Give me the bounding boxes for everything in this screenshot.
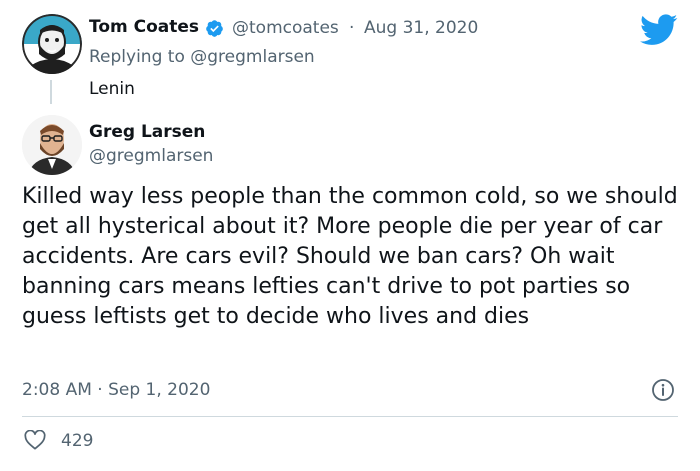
photo-avatar-icon xyxy=(22,115,82,175)
parent-date[interactable]: Aug 31, 2020 xyxy=(364,18,478,38)
verified-badge-icon xyxy=(206,20,223,37)
main-avatar[interactable] xyxy=(22,115,82,175)
parent-tweet-text: Lenin xyxy=(89,79,135,99)
info-icon[interactable] xyxy=(651,378,675,402)
heart-outline-icon[interactable] xyxy=(24,430,46,450)
replying-to-mention[interactable]: @gregmlarsen xyxy=(190,47,314,67)
replying-to-line: Replying to @gregmlarsen xyxy=(89,47,315,67)
main-handle[interactable]: @gregmlarsen xyxy=(89,146,213,166)
parent-author-name[interactable]: Tom Coates xyxy=(89,17,199,37)
divider xyxy=(22,416,678,417)
parent-handle[interactable]: @tomcoates xyxy=(232,18,339,38)
main-tweet-text: Killed way less people than the common c… xyxy=(22,184,678,329)
like-count[interactable]: 429 xyxy=(61,431,93,451)
twitter-bird-icon[interactable] xyxy=(640,14,678,46)
thread-connector-line xyxy=(50,80,52,104)
replying-prefix: Replying to xyxy=(89,47,191,67)
cartoon-avatar-icon xyxy=(22,14,82,74)
tweet-timestamp[interactable]: 2:08 AM · Sep 1, 2020 xyxy=(22,380,210,400)
separator-dot: · xyxy=(349,18,355,38)
main-author-name[interactable]: Greg Larsen xyxy=(89,122,205,142)
parent-avatar[interactable] xyxy=(22,14,82,74)
